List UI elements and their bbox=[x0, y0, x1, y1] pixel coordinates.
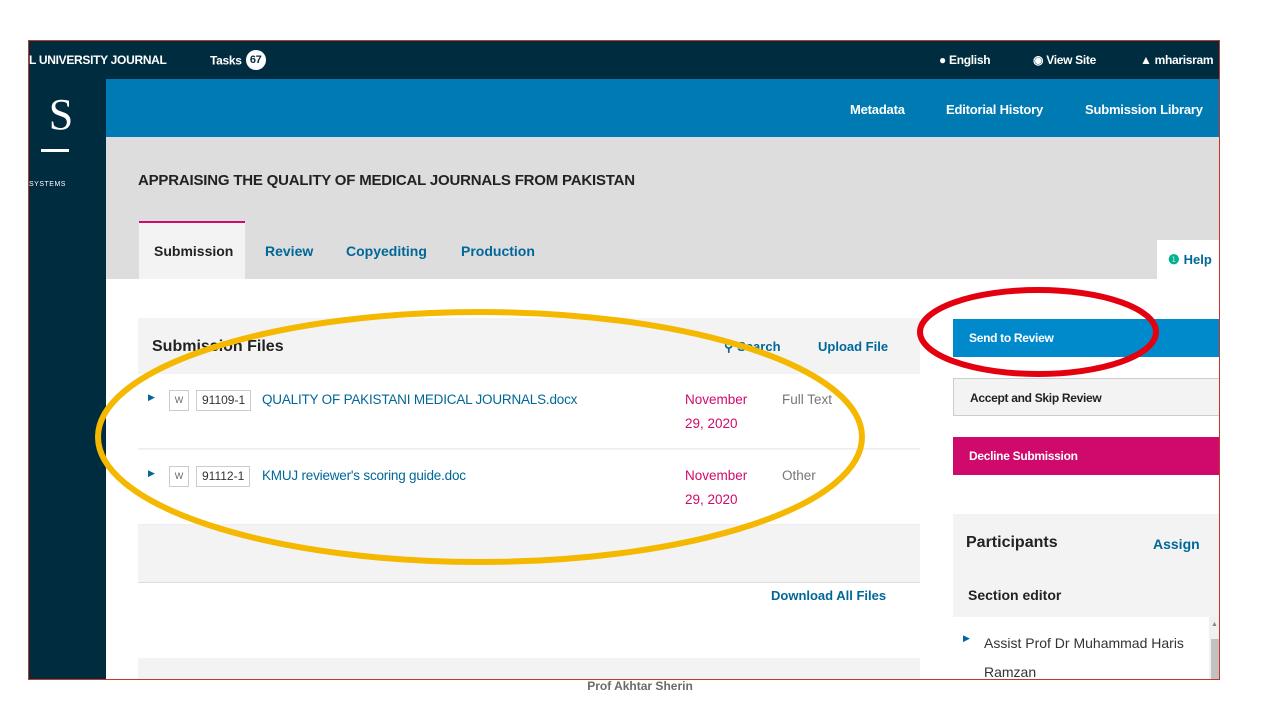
file-type: Full Text bbox=[782, 392, 833, 407]
tab-review[interactable]: Review bbox=[265, 243, 313, 259]
journal-name[interactable]: L UNIVERSITY JOURNAL bbox=[29, 53, 167, 67]
participants-title: Participants bbox=[966, 534, 1058, 551]
logo-underline bbox=[41, 149, 69, 152]
participants-panel: Participants Assign Section editor ▶ Ass… bbox=[953, 514, 1219, 679]
section-editor-label: Section editor bbox=[968, 587, 1062, 603]
scroll-up-arrow-icon[interactable]: ▲ bbox=[1211, 621, 1218, 628]
tasks-label: Tasks bbox=[210, 53, 242, 68]
accept-skip-review-button[interactable]: Accept and Skip Review bbox=[953, 378, 1219, 416]
search-link[interactable]: ⚲ Search bbox=[724, 339, 781, 355]
file-row: ▶ W 91112-1 KMUJ reviewer's scoring guid… bbox=[138, 450, 920, 525]
file-name-link[interactable]: KMUJ reviewer's scoring guide.doc bbox=[262, 468, 466, 483]
user-icon: ▲ bbox=[1140, 53, 1152, 67]
app-window: L UNIVERSITY JOURNAL Tasks 67 ● English ◉… bbox=[28, 40, 1220, 680]
eye-icon: ◉ bbox=[1033, 53, 1044, 67]
assign-link[interactable]: Assign bbox=[1153, 536, 1200, 552]
footer-credit: Prof Akhtar Sherin bbox=[587, 679, 693, 693]
language-menu[interactable]: ● English bbox=[939, 53, 991, 67]
tab-production[interactable]: Production bbox=[461, 243, 535, 259]
editorial-history-link[interactable]: Editorial History bbox=[946, 102, 1043, 117]
file-date: November 29, 2020 bbox=[685, 392, 748, 431]
expand-arrow-icon[interactable]: ▶ bbox=[963, 633, 970, 644]
discussions-panel bbox=[138, 658, 920, 679]
help-label: Help bbox=[1183, 252, 1212, 267]
files-header: Submission Files ⚲ Search Upload File bbox=[138, 318, 920, 374]
participant-list: ▶ Assist Prof Dr Muhammad Haris Ramzan ▲ bbox=[953, 617, 1219, 679]
tab-submission[interactable]: Submission bbox=[154, 243, 233, 259]
scrollbar-thumb[interactable] bbox=[1211, 639, 1219, 679]
file-row: ▶ W 91109-1 QUALITY OF PAKISTANI MEDICAL… bbox=[138, 374, 920, 449]
files-title: Submission Files bbox=[152, 338, 284, 355]
help-button[interactable]: ❶ Help bbox=[1157, 240, 1219, 279]
view-site-label: View Site bbox=[1046, 53, 1096, 67]
language-label: English bbox=[949, 53, 991, 67]
user-name: mharisram bbox=[1154, 53, 1214, 67]
submission-title: APPRAISING THE QUALITY OF MEDICAL JOURNA… bbox=[138, 172, 635, 189]
tab-copyediting[interactable]: Copyediting bbox=[346, 243, 427, 259]
submission-nav-bar: Metadata Editorial History Submission Li… bbox=[106, 79, 1219, 137]
expand-arrow-icon[interactable]: ▶ bbox=[148, 468, 155, 479]
tasks-link[interactable]: Tasks 67 bbox=[210, 50, 266, 70]
word-document-icon: W bbox=[169, 390, 189, 411]
download-all-files-link[interactable]: Download All Files bbox=[771, 588, 886, 603]
user-menu[interactable]: ▲ mharisram bbox=[1140, 53, 1214, 67]
participant-name[interactable]: Assist Prof Dr Muhammad Haris Ramzan bbox=[984, 629, 1194, 679]
send-to-review-button[interactable]: Send to Review bbox=[953, 319, 1219, 357]
file-type: Other bbox=[782, 468, 816, 483]
logo-subtitle: SYSTEMS bbox=[29, 181, 66, 188]
submission-library-link[interactable]: Submission Library bbox=[1085, 102, 1203, 117]
file-id: 91109-1 bbox=[196, 390, 252, 411]
file-id: 91112-1 bbox=[196, 466, 251, 487]
info-icon: ❶ bbox=[1168, 252, 1180, 267]
search-icon: ⚲ bbox=[724, 339, 734, 354]
expand-arrow-icon[interactable]: ▶ bbox=[148, 392, 155, 403]
globe-icon: ● bbox=[939, 53, 946, 67]
workflow-tabs: Submission Review Copyediting Production bbox=[139, 221, 919, 279]
tasks-count-badge: 67 bbox=[245, 50, 266, 70]
top-bar: L UNIVERSITY JOURNAL Tasks 67 ● English ◉… bbox=[29, 41, 1219, 79]
metadata-link[interactable]: Metadata bbox=[850, 102, 905, 117]
left-sidebar: S SYSTEMS bbox=[29, 79, 106, 679]
file-date: November 29, 2020 bbox=[685, 468, 748, 507]
decline-submission-button[interactable]: Decline Submission bbox=[953, 437, 1219, 475]
view-site-link[interactable]: ◉ View Site bbox=[1033, 53, 1096, 67]
file-name-link[interactable]: QUALITY OF PAKISTANI MEDICAL JOURNALS.do… bbox=[262, 392, 577, 407]
word-document-icon: W bbox=[169, 466, 189, 487]
upload-file-link[interactable]: Upload File bbox=[818, 339, 888, 354]
search-label: Search bbox=[737, 339, 781, 354]
logo-letter: S bbox=[48, 90, 74, 139]
submission-files-panel: Submission Files ⚲ Search Upload File ▶ … bbox=[138, 318, 920, 603]
